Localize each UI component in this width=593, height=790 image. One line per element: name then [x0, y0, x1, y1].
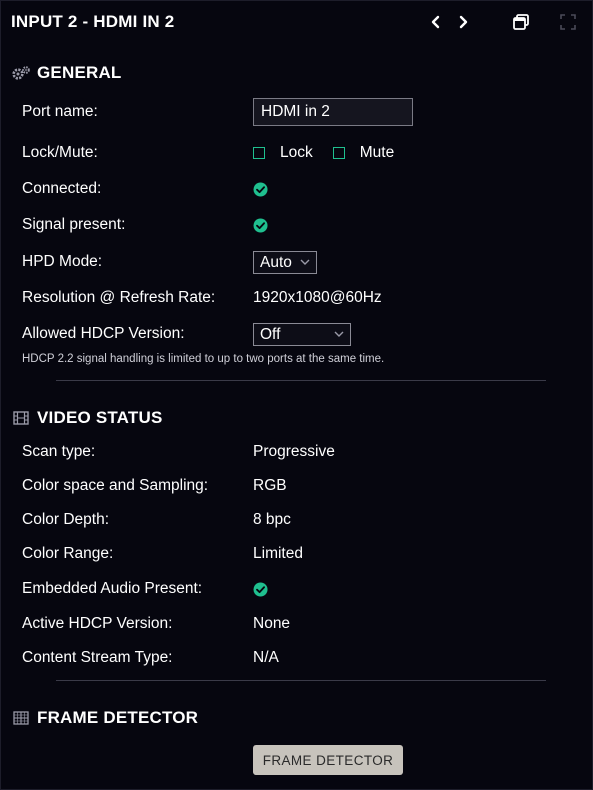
- chevron-down-icon: [300, 259, 310, 265]
- scan-type-label: Scan type:: [22, 443, 96, 460]
- embedded-audio-label: Embedded Audio Present:: [22, 580, 203, 597]
- allowed-hdcp-select[interactable]: Off: [253, 323, 351, 346]
- signal-present-label: Signal present:: [22, 216, 126, 233]
- color-range-value: Limited: [253, 545, 303, 562]
- color-depth-value: 8 bpc: [253, 511, 291, 528]
- color-range-label: Color Range:: [22, 545, 114, 562]
- chevron-down-icon: [334, 331, 344, 337]
- hpd-mode-label: HPD Mode:: [22, 253, 103, 270]
- scan-type-value: Progressive: [253, 443, 335, 460]
- chevron-right-icon: [459, 15, 468, 29]
- check-circle-icon: [253, 581, 268, 597]
- color-space-label: Color space and Sampling:: [22, 477, 209, 494]
- connected-status: [253, 178, 268, 200]
- frame-detector-section-header: FRAME DETECTOR: [11, 707, 198, 729]
- restore-window-button[interactable]: [510, 11, 532, 33]
- video-status-heading: VIDEO STATUS: [37, 408, 163, 427]
- input-detail-panel: INPUT 2 - HDMI IN 2 GENERAL Port name: H…: [0, 0, 593, 790]
- active-hdcp-value: None: [253, 615, 291, 632]
- panel-title: INPUT 2 - HDMI IN 2: [11, 12, 175, 31]
- resolution-label: Resolution @ Refresh Rate:: [22, 289, 216, 306]
- next-button[interactable]: [452, 11, 474, 33]
- content-stream-value: N/A: [253, 649, 279, 666]
- resolution-value: 1920x1080@60Hz: [253, 289, 382, 306]
- color-depth-label: Color Depth:: [22, 511, 110, 528]
- lock-mute-controls: Lock Mute: [253, 142, 394, 164]
- port-name-input[interactable]: [253, 98, 413, 126]
- check-circle-icon: [253, 217, 268, 233]
- lock-mute-label: Lock/Mute:: [22, 144, 98, 161]
- gears-icon: [11, 64, 31, 82]
- film-icon: [11, 409, 31, 427]
- allowed-hdcp-label: Allowed HDCP Version:: [22, 325, 185, 342]
- video-status-section-header: VIDEO STATUS: [11, 407, 163, 429]
- lock-checkbox[interactable]: [253, 147, 265, 159]
- grid-icon: [11, 709, 31, 727]
- signal-present-status: [253, 214, 268, 236]
- chevron-left-icon: [431, 15, 440, 29]
- frame-detector-heading: FRAME DETECTOR: [37, 708, 199, 727]
- active-hdcp-label: Active HDCP Version:: [22, 615, 173, 632]
- mute-checkbox[interactable]: [332, 147, 345, 159]
- lock-checkbox-label[interactable]: Lock: [280, 144, 313, 162]
- fullscreen-icon: [560, 14, 576, 30]
- fullscreen-button[interactable]: [557, 11, 579, 33]
- section-divider: [56, 380, 546, 381]
- check-circle-icon: [253, 181, 268, 197]
- port-name-label: Port name:: [22, 103, 98, 120]
- embedded-audio-status: [253, 578, 268, 600]
- allowed-hdcp-value: Off: [260, 325, 281, 343]
- frame-detector-button[interactable]: FRAME DETECTOR: [253, 745, 403, 775]
- connected-label: Connected:: [22, 180, 102, 197]
- window-restore-icon: [513, 14, 529, 30]
- hpd-mode-select[interactable]: Auto: [253, 251, 317, 274]
- hpd-mode-value: Auto: [260, 253, 292, 271]
- mute-checkbox-label[interactable]: Mute: [360, 144, 394, 162]
- title-bar: INPUT 2 - HDMI IN 2: [1, 1, 592, 43]
- color-space-value: RGB: [253, 477, 287, 494]
- content-stream-label: Content Stream Type:: [22, 649, 173, 666]
- hdcp-note: HDCP 2.2 signal handling is limited to u…: [22, 353, 385, 365]
- general-section-header: GENERAL: [11, 62, 122, 84]
- general-heading: GENERAL: [37, 63, 122, 82]
- section-divider: [56, 680, 546, 681]
- previous-button[interactable]: [425, 11, 447, 33]
